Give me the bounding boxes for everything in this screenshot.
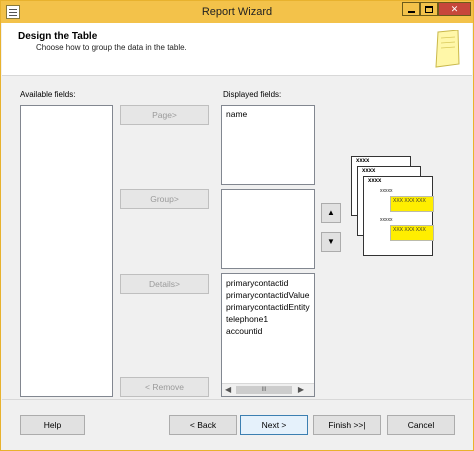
page-subtitle: Choose how to group the data in the tabl… bbox=[36, 43, 187, 52]
page-fields-list[interactable]: name bbox=[221, 105, 315, 185]
list-item[interactable]: primarycontactidEntityN bbox=[226, 301, 310, 313]
horizontal-scrollbar[interactable]: ◀ III ▶ bbox=[222, 383, 314, 396]
displayed-fields-label: Displayed fields: bbox=[223, 90, 282, 99]
list-item[interactable]: name bbox=[226, 108, 310, 120]
list-item[interactable]: telephone1 bbox=[226, 313, 310, 325]
arrow-up-icon: ▲ bbox=[327, 208, 335, 217]
preview-group-label: xxxxx bbox=[380, 217, 393, 223]
cancel-button[interactable]: Cancel bbox=[387, 415, 455, 435]
title-bar[interactable]: Report Wizard ✕ bbox=[1, 1, 473, 23]
help-button[interactable]: Help bbox=[20, 415, 85, 435]
details-fields-list[interactable]: primarycontactid primarycontactidValue p… bbox=[221, 273, 315, 397]
minimize-button[interactable] bbox=[402, 2, 420, 16]
back-button[interactable]: < Back bbox=[169, 415, 237, 435]
maximize-icon bbox=[425, 6, 433, 13]
sticky-note-icon bbox=[435, 30, 460, 68]
report-wizard-window: Report Wizard ✕ Design the Table Choose … bbox=[0, 0, 474, 451]
list-item[interactable]: primarycontactid bbox=[226, 277, 310, 289]
list-item[interactable]: accountid bbox=[226, 325, 310, 337]
maximize-button[interactable] bbox=[420, 2, 438, 16]
next-button[interactable]: Next > bbox=[240, 415, 308, 435]
close-icon: ✕ bbox=[450, 4, 459, 14]
arrow-down-icon: ▼ bbox=[327, 237, 335, 246]
list-item[interactable]: primarycontactidValue bbox=[226, 289, 310, 301]
group-button[interactable]: Group> bbox=[120, 189, 209, 209]
preview-detail-block: XXX XXX XXX bbox=[390, 225, 434, 241]
footer-divider bbox=[2, 399, 472, 400]
close-button[interactable]: ✕ bbox=[438, 2, 471, 16]
available-fields-list[interactable] bbox=[20, 105, 113, 397]
page-title: Design the Table bbox=[18, 31, 98, 42]
preview-header-label: xxxx bbox=[368, 178, 382, 184]
group-fields-list[interactable] bbox=[221, 189, 315, 269]
scroll-left-icon[interactable]: ◀ bbox=[225, 385, 231, 394]
finish-button[interactable]: Finish >>| bbox=[313, 415, 381, 435]
scroll-right-icon[interactable]: ▶ bbox=[298, 385, 304, 394]
preview-sheet: xxxx xxxxx XXX XXX XXX xxxxx XXX XXX XXX bbox=[363, 176, 434, 256]
page-button[interactable]: Page> bbox=[120, 105, 209, 125]
wizard-header: Design the Table Choose how to group the… bbox=[2, 23, 472, 76]
scrollbar-thumb[interactable]: III bbox=[236, 386, 292, 394]
preview-group-label: xxxxx bbox=[380, 188, 393, 194]
move-up-button[interactable]: ▲ bbox=[321, 203, 341, 223]
move-down-button[interactable]: ▼ bbox=[321, 232, 341, 252]
minimize-icon bbox=[408, 11, 415, 13]
remove-button[interactable]: < Remove bbox=[120, 377, 209, 397]
preview-detail-block: XXX XXX XXX bbox=[390, 196, 434, 212]
available-fields-label: Available fields: bbox=[20, 90, 76, 99]
preview-header-label: xxxx bbox=[356, 158, 370, 164]
details-button[interactable]: Details> bbox=[120, 274, 209, 294]
table-layout-preview: xxxx xxxx xxxx xxxxx XXX XXX XXX xxxxx X… bbox=[351, 156, 434, 256]
preview-header-label: xxxx bbox=[362, 168, 376, 174]
